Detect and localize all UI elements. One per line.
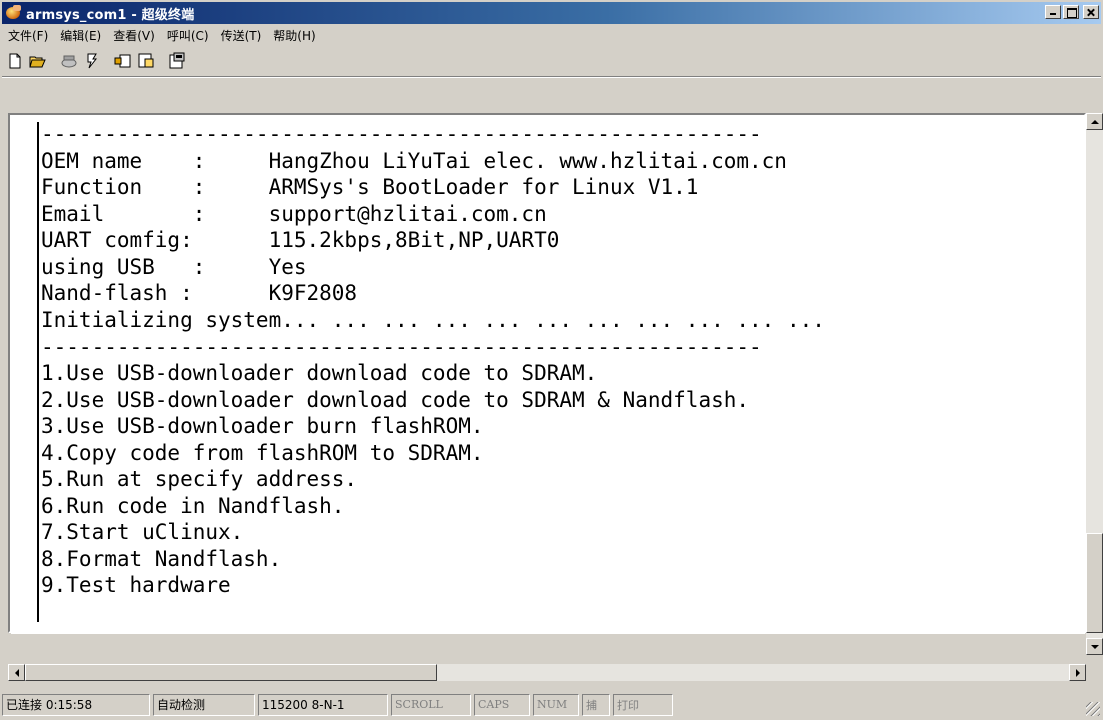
terminal-line: 2.Use USB-downloader download code to SD… <box>41 388 750 412</box>
terminal-line: OEM name : HangZhou LiYuTai elec. www.hz… <box>41 149 787 173</box>
window-title: armsys_com1 - 超级终端 <box>26 7 195 23</box>
terminal-line: 8.Format Nandflash. <box>41 547 282 571</box>
vertical-scroll-thumb[interactable] <box>1086 533 1103 633</box>
receive-icon[interactable] <box>135 50 157 72</box>
arrow-right-icon <box>1075 668 1080 677</box>
status-baud: 115200 8-N-1 <box>258 693 388 716</box>
new-icon[interactable] <box>4 50 26 72</box>
status-print: 打印 <box>613 693 673 716</box>
scroll-left-button[interactable] <box>8 664 25 681</box>
terminal-line: ----------------------------------------… <box>41 122 762 146</box>
menu-view[interactable]: 查看(V) <box>113 27 155 44</box>
terminal-line: 5.Run at specify address. <box>41 467 358 491</box>
status-num: NUM <box>533 693 579 716</box>
horizontal-scroll-thumb[interactable] <box>25 664 437 681</box>
vertical-scrollbar[interactable] <box>1086 113 1103 655</box>
arrow-left-icon <box>14 668 19 677</box>
terminal-line: 3.Use USB-downloader burn flashROM. <box>41 414 484 438</box>
terminal-line: 1.Use USB-downloader download code to SD… <box>41 361 598 385</box>
terminal-line: ----------------------------------------… <box>41 335 762 359</box>
status-connected-time: 已连接 0:15:58 <box>2 693 150 716</box>
title-bar[interactable]: armsys_com1 - 超级终端 <box>2 2 1101 24</box>
status-caps: CAPS <box>474 693 530 716</box>
terminal-line: 4.Copy code from flashROM to SDRAM. <box>41 441 484 465</box>
minimize-button[interactable] <box>1045 5 1061 19</box>
close-button[interactable] <box>1083 5 1099 19</box>
maximize-button[interactable] <box>1063 5 1079 19</box>
terminal-line: 9.Test hardware <box>41 573 231 597</box>
menu-file[interactable]: 文件(F) <box>8 27 48 44</box>
scroll-up-button[interactable] <box>1086 113 1103 130</box>
terminal-line: Initializing system... ... ... ... ... .… <box>41 308 825 332</box>
terminal-line: Nand-flash : K9F2808 <box>41 281 358 305</box>
menu-bar: 文件(F) 编辑(E) 查看(V) 呼叫(C) 传送(T) 帮助(H) <box>2 25 328 45</box>
arrow-up-icon <box>1090 119 1099 124</box>
scroll-down-button[interactable] <box>1086 638 1103 655</box>
menu-transfer[interactable]: 传送(T) <box>221 27 262 44</box>
menu-call[interactable]: 呼叫(C) <box>167 27 209 44</box>
terminal-line: UART comfig: 115.2kbps,8Bit,NP,UART0 <box>41 228 560 252</box>
scroll-right-button[interactable] <box>1069 664 1086 681</box>
terminal-line: using USB : Yes <box>41 255 307 279</box>
status-detect: 自动检测 <box>153 693 255 716</box>
menu-help[interactable]: 帮助(H) <box>273 27 315 44</box>
terminal-line: Function : ARMSys's BootLoader for Linux… <box>41 175 699 199</box>
menu-edit[interactable]: 编辑(E) <box>60 27 101 44</box>
hyperterminal-window: armsys_com1 - 超级终端 文件(F) 编辑(E) 查看(V) 呼叫(… <box>0 0 1103 720</box>
status-bar: 已连接 0:15:58 自动检测 115200 8-N-1 SCROLL CAP… <box>2 691 1101 718</box>
terminal-line: 6.Run code in Nandflash. <box>41 494 345 518</box>
terminal-line: Email : support@hzlitai.com.cn <box>41 202 547 226</box>
status-scroll: SCROLL <box>391 693 471 716</box>
terminal-screen[interactable]: ----------------------------------------… <box>11 116 1085 634</box>
arrow-down-icon <box>1090 644 1099 649</box>
disconnect-icon[interactable] <box>81 50 103 72</box>
terminal-line: 7.Start uClinux. <box>41 520 244 544</box>
toolbar-divider <box>2 76 1101 78</box>
properties-icon[interactable] <box>166 50 188 72</box>
hyperterminal-app-icon <box>6 5 22 21</box>
terminal-left-margin-bar <box>37 122 39 622</box>
resize-grip[interactable] <box>1086 702 1100 716</box>
toolbar <box>4 48 189 74</box>
open-icon[interactable] <box>27 50 49 72</box>
send-icon[interactable] <box>112 50 134 72</box>
horizontal-scrollbar[interactable] <box>8 664 1086 681</box>
status-capture: 捕 <box>582 693 610 716</box>
call-icon[interactable] <box>58 50 80 72</box>
